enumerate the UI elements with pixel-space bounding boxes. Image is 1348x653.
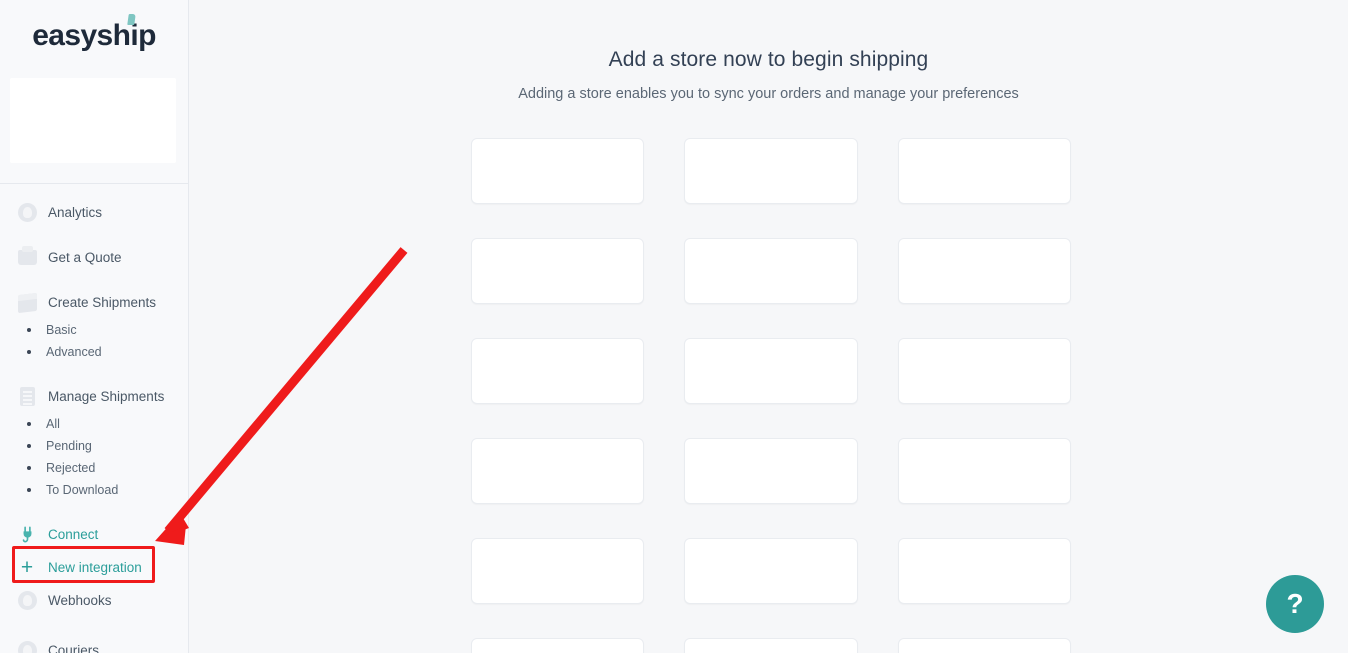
sidebar-item-connect[interactable]: Connect <box>0 518 188 551</box>
store-card[interactable] <box>684 238 858 304</box>
store-card[interactable] <box>897 338 1071 404</box>
store-card[interactable] <box>897 238 1071 304</box>
sidebar-item-all[interactable]: All <box>0 413 188 435</box>
store-card[interactable] <box>684 338 858 404</box>
store-card-row <box>471 438 1071 504</box>
store-card-row <box>471 138 1071 204</box>
store-card-row <box>471 238 1071 304</box>
sidebar-divider <box>0 183 188 184</box>
store-card[interactable] <box>897 538 1071 604</box>
couriers-icon <box>16 640 38 653</box>
sidebar-subitem-label: Advanced <box>46 345 102 359</box>
store-card[interactable] <box>684 638 858 653</box>
sidebar-item-label: Webhooks <box>48 593 112 608</box>
store-card[interactable] <box>471 238 645 304</box>
sidebar-item-label: Analytics <box>48 205 103 220</box>
plus-icon: + <box>20 556 34 579</box>
store-card[interactable] <box>471 438 645 504</box>
store-card[interactable] <box>897 638 1071 653</box>
document-icon <box>16 386 38 408</box>
store-card[interactable] <box>471 338 645 404</box>
sidebar-item-manage-shipments[interactable]: Manage Shipments <box>0 380 188 413</box>
page-title: Add a store now to begin shipping <box>608 48 929 71</box>
main-content: Add a store now to begin shipping Adding… <box>189 0 1348 653</box>
bullet-icon <box>27 466 31 470</box>
bullet-icon <box>27 488 31 492</box>
sidebar-item-label: New integration <box>48 560 142 575</box>
box-icon <box>16 292 38 314</box>
bullet-icon <box>27 328 31 332</box>
sidebar-item-basic[interactable]: Basic <box>0 319 188 341</box>
sidebar-item-pending[interactable]: Pending <box>0 435 188 457</box>
sidebar-subitem-label: Basic <box>46 323 77 337</box>
store-card[interactable] <box>471 138 645 204</box>
sidebar-item-advanced[interactable]: Advanced <box>0 341 188 363</box>
logo[interactable]: easyship <box>0 0 188 72</box>
sidebar-item-label: Connect <box>48 527 99 542</box>
scale-icon <box>16 246 38 269</box>
plug-icon <box>16 524 38 546</box>
sidebar-subitem-label: Pending <box>46 439 92 453</box>
sidebar-item-create-shipments[interactable]: Create Shipments <box>0 286 188 319</box>
bullet-icon <box>27 444 31 448</box>
store-card[interactable] <box>471 538 645 604</box>
sidebar-item-new-integration[interactable]: + New integration <box>0 551 188 584</box>
analytics-icon <box>16 202 38 224</box>
sidebar-subitem-label: All <box>46 417 60 431</box>
sidebar-item-analytics[interactable]: Analytics <box>0 196 188 229</box>
store-card[interactable] <box>897 138 1071 204</box>
sidebar-subitem-label: Rejected <box>46 461 96 475</box>
logo-text: easyship <box>32 19 156 52</box>
sidebar-item-label: Manage Shipments <box>48 389 165 404</box>
sidebar-item-get-a-quote[interactable]: Get a Quote <box>0 241 188 274</box>
sidebar-item-label: Get a Quote <box>48 250 122 265</box>
store-card-row <box>471 538 1071 604</box>
sidebar-subitem-label: To Download <box>46 483 119 497</box>
sidebar-item-to-download[interactable]: To Download <box>0 479 188 501</box>
bullet-icon <box>27 422 31 426</box>
store-card[interactable] <box>471 638 645 653</box>
sidebar-item-label: Create Shipments <box>48 295 157 310</box>
page-subtitle: Adding a store enables you to sync your … <box>518 86 1019 102</box>
store-card-grid <box>471 138 1071 653</box>
sidebar-item-couriers[interactable]: Couriers <box>0 634 188 653</box>
sidebar-item-webhooks[interactable]: Webhooks <box>0 584 188 617</box>
logo-accent-icon <box>127 14 136 25</box>
store-card-row <box>471 338 1071 404</box>
store-card[interactable] <box>684 138 858 204</box>
store-card[interactable] <box>684 538 858 604</box>
webhooks-icon <box>16 590 38 612</box>
sidebar-nav: Analytics Get a Quote Create Shipments B… <box>0 196 188 653</box>
store-card[interactable] <box>684 438 858 504</box>
bullet-icon <box>27 350 31 354</box>
account-placeholder[interactable] <box>10 78 176 163</box>
store-card-row <box>471 638 1071 653</box>
sidebar-item-label: Couriers <box>48 643 100 653</box>
sidebar: easyship Analytics Get a Quote Create Sh… <box>0 0 189 653</box>
help-button[interactable]: ? <box>1266 575 1324 633</box>
sidebar-item-rejected[interactable]: Rejected <box>0 457 188 479</box>
store-card[interactable] <box>897 438 1071 504</box>
